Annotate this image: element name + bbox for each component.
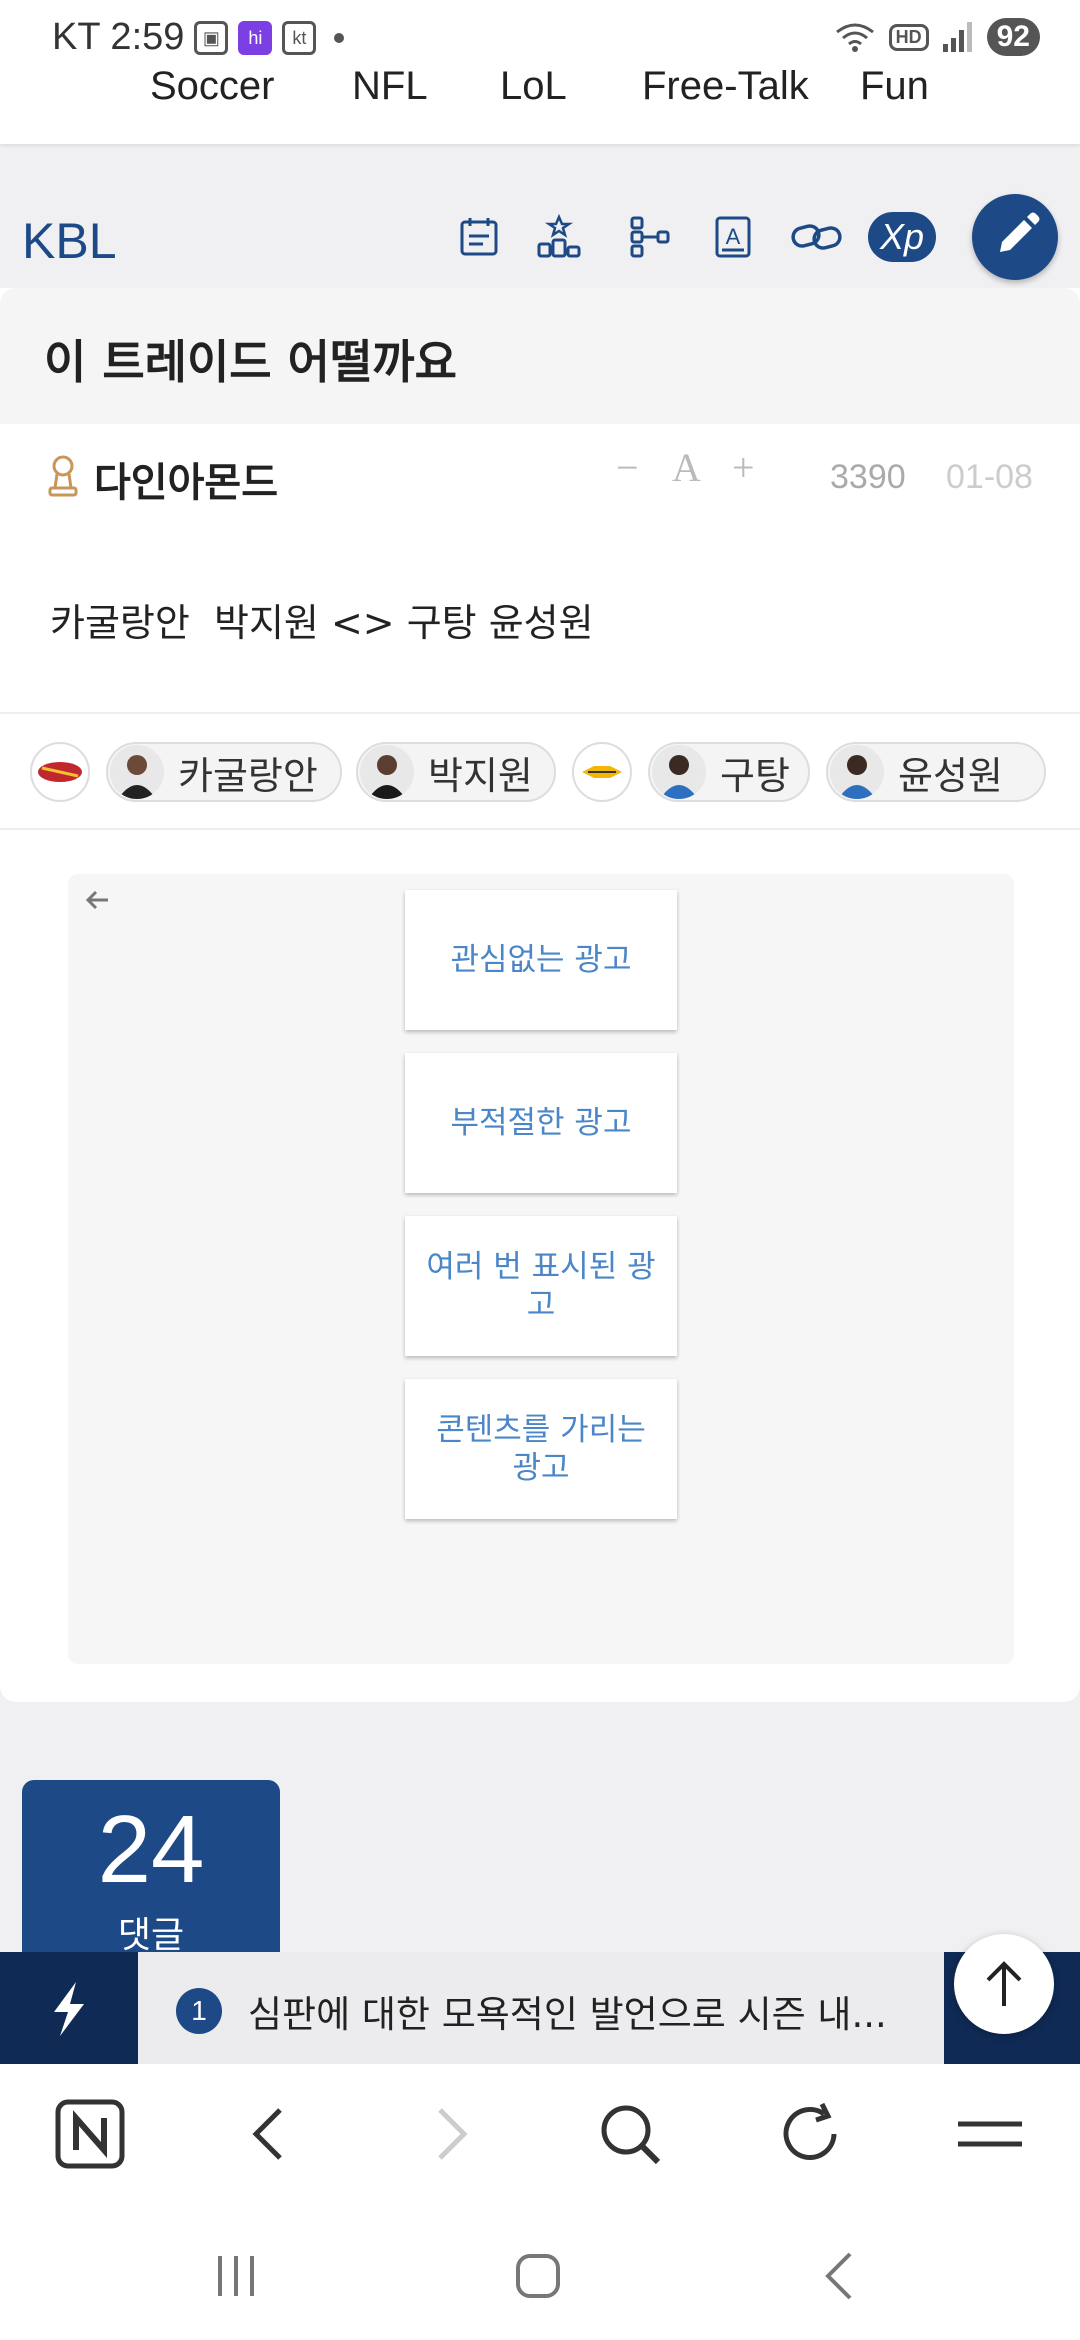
refresh-icon[interactable] <box>772 2096 848 2172</box>
ad-feedback-panel: 관심없는 광고 부적절한 광고 여러 번 표시된 광고 콘텐츠를 가리는 광고 <box>68 874 1014 1664</box>
post-meta: 다인아몬드 − A + 3390 01-08 <box>0 424 1080 528</box>
ticker-text-area[interactable]: 1 심판에 대한 모욕적인 발언으로 시즌 내... <box>138 1952 944 2064</box>
nav-item-lol[interactable]: LoL <box>500 60 567 112</box>
search-icon[interactable] <box>592 2096 668 2172</box>
tag-chip-player-4[interactable]: 윤성원 <box>826 742 1046 802</box>
signal-icon <box>942 22 972 52</box>
team-logo-tag[interactable] <box>30 742 90 802</box>
post-card: 이 트레이드 어떨까요 다인아몬드 − A + 3390 01-08 카굴랑안 … <box>0 288 1080 1702</box>
category-nav: Soccer NFL LoL Free-Talk Fun <box>0 60 1080 144</box>
player-avatar-icon <box>652 745 706 799</box>
tag-row: 카굴랑안 박지원 구탕 윤성원 <box>0 712 1080 830</box>
dictionary-icon[interactable]: A <box>710 214 756 260</box>
ad-option-not-interested[interactable]: 관심없는 광고 <box>405 890 677 1030</box>
home-icon[interactable] <box>508 2246 568 2306</box>
comment-label: 댓글 <box>117 1915 185 1956</box>
nav-item-free-talk[interactable]: Free-Talk <box>642 60 809 112</box>
wifi-icon <box>835 23 874 52</box>
scroll-to-top-button[interactable] <box>954 1934 1054 2034</box>
write-post-button[interactable] <box>972 194 1058 280</box>
comment-count-badge[interactable]: 24 댓글 <box>22 1780 280 1960</box>
post-title-bar: 이 트레이드 어떨까요 <box>0 288 1080 424</box>
tag-label: 구탕 <box>720 753 790 798</box>
tag-label: 박지원 <box>428 753 533 798</box>
back-icon[interactable] <box>232 2096 308 2172</box>
nav-item-nfl[interactable]: NFL <box>352 60 428 112</box>
player-avatar <box>110 745 164 799</box>
player-avatar <box>360 745 414 799</box>
font-size-label: A <box>672 445 701 490</box>
kt-notification-icon: kt <box>282 20 317 55</box>
browser-toolbar <box>0 2064 1080 2206</box>
nav-item-fun[interactable]: Fun <box>860 60 929 112</box>
comment-count: 24 <box>97 1796 205 1903</box>
player-avatar <box>830 745 884 799</box>
tag-chip-player-2[interactable]: 박지원 <box>356 742 556 802</box>
board-name[interactable]: KBL <box>22 212 117 270</box>
player-avatar-icon <box>830 745 884 799</box>
carrier-time: KT 2:59 <box>52 16 185 58</box>
xp-button[interactable]: Xp <box>868 212 936 262</box>
tag-chip-player-1[interactable]: 카굴랑안 <box>106 742 342 802</box>
ranking-icon[interactable] <box>536 214 582 260</box>
team-logo-icon <box>38 762 82 782</box>
ad-option-covers-content[interactable]: 콘텐츠를 가리는 광고 <box>405 1379 677 1519</box>
player-avatar <box>652 745 706 799</box>
post-body: 카굴랑안 박지원 <> 구탕 윤성원 <box>50 601 594 645</box>
post-date: 01-08 <box>946 458 1033 496</box>
arrow-up-icon <box>986 1961 1022 2006</box>
player-avatar-icon <box>110 745 164 799</box>
link-icon[interactable] <box>790 214 844 260</box>
lightning-icon <box>54 1982 84 2036</box>
calendar-icon[interactable] <box>456 214 502 260</box>
system-navigation <box>0 2206 1080 2340</box>
nav-item-soccer[interactable]: Soccer <box>150 60 275 112</box>
back-arrow-icon[interactable] <box>78 880 118 920</box>
ticker-headline[interactable]: 심판에 대한 모욕적인 발언으로 시즌 내... <box>248 1984 887 2038</box>
battery-indicator: 92 <box>986 18 1040 56</box>
font-decrease-button[interactable]: − <box>616 444 639 491</box>
forward-icon[interactable] <box>412 2096 488 2172</box>
tag-label: 카굴랑안 <box>178 753 318 798</box>
screenshot-icon: ▣ <box>194 20 229 55</box>
board-header: KBL A Xp <box>0 190 1080 290</box>
svg-text:A: A <box>726 224 741 249</box>
status-right: HD 92 <box>833 18 1040 56</box>
tag-label: 윤성원 <box>898 753 1003 798</box>
bracket-icon[interactable] <box>628 214 674 260</box>
naver-home-icon[interactable] <box>52 2096 128 2172</box>
team-logo-icon <box>582 766 622 778</box>
app-notification-icon: hi <box>238 20 273 55</box>
ad-option-seen-multiple[interactable]: 여러 번 표시된 광고 <box>405 1216 677 1356</box>
post-title: 이 트레이드 어떨까요 <box>44 335 457 389</box>
pencil-icon <box>1000 212 1040 252</box>
font-increase-button[interactable]: + <box>732 444 755 491</box>
menu-icon[interactable] <box>952 2096 1028 2172</box>
ticker-rank: 1 <box>176 1988 222 2034</box>
user-level-icon <box>48 455 78 497</box>
hd-voice-icon: HD <box>888 23 929 51</box>
view-count: 3390 <box>830 458 906 496</box>
ad-option-inappropriate[interactable]: 부적절한 광고 <box>405 1053 677 1193</box>
recent-apps-icon[interactable] <box>206 2246 266 2306</box>
player-avatar-icon <box>360 745 414 799</box>
more-notifications-icon <box>334 32 345 43</box>
author-name[interactable]: 다인아몬드 <box>94 450 278 508</box>
status-left: KT 2:59 ▣ hi kt <box>52 16 345 59</box>
tag-chip-player-3[interactable]: 구탕 <box>648 742 810 802</box>
system-back-icon[interactable] <box>810 2246 870 2306</box>
news-ticker[interactable]: 1 심판에 대한 모욕적인 발언으로 시즌 내... <box>0 1952 1080 2064</box>
team-logo-tag[interactable] <box>572 742 632 802</box>
